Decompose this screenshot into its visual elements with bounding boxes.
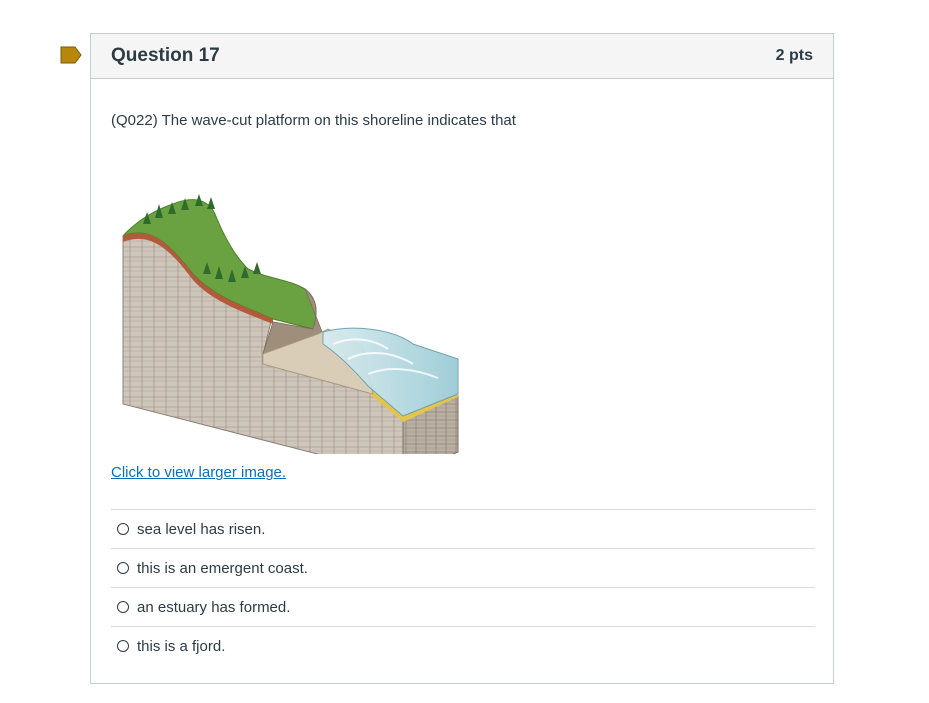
answer-option-4[interactable]: this is a fjord. — [111, 626, 815, 665]
question-points: 2 pts — [775, 47, 813, 64]
answer-label: sea level has risen. — [137, 520, 266, 538]
answer-option-2[interactable]: this is an emergent coast. — [111, 548, 815, 587]
question-text: (Q022) The wave-cut platform on this sho… — [111, 112, 516, 129]
question-flag-icon[interactable] — [60, 46, 82, 64]
radio-button[interactable] — [117, 601, 129, 613]
radio-button[interactable] — [117, 523, 129, 535]
answer-option-3[interactable]: an estuary has formed. — [111, 587, 815, 626]
answer-label: an estuary has formed. — [137, 598, 291, 616]
question-header: Question 17 2 pts — [91, 34, 833, 79]
answer-label: this is a fjord. — [137, 637, 226, 655]
answer-list: sea level has risen. this is an emergent… — [111, 509, 815, 665]
shoreline-block-diagram — [122, 194, 459, 454]
radio-button[interactable] — [117, 562, 129, 574]
question-title: Question 17 — [111, 45, 220, 66]
question-card: Question 17 2 pts (Q022) The wave-cut pl… — [90, 33, 834, 684]
view-larger-image-link[interactable]: Click to view larger image. — [111, 464, 286, 481]
answer-option-1[interactable]: sea level has risen. — [111, 509, 815, 548]
answer-label: this is an emergent coast. — [137, 559, 308, 577]
radio-button[interactable] — [117, 640, 129, 652]
